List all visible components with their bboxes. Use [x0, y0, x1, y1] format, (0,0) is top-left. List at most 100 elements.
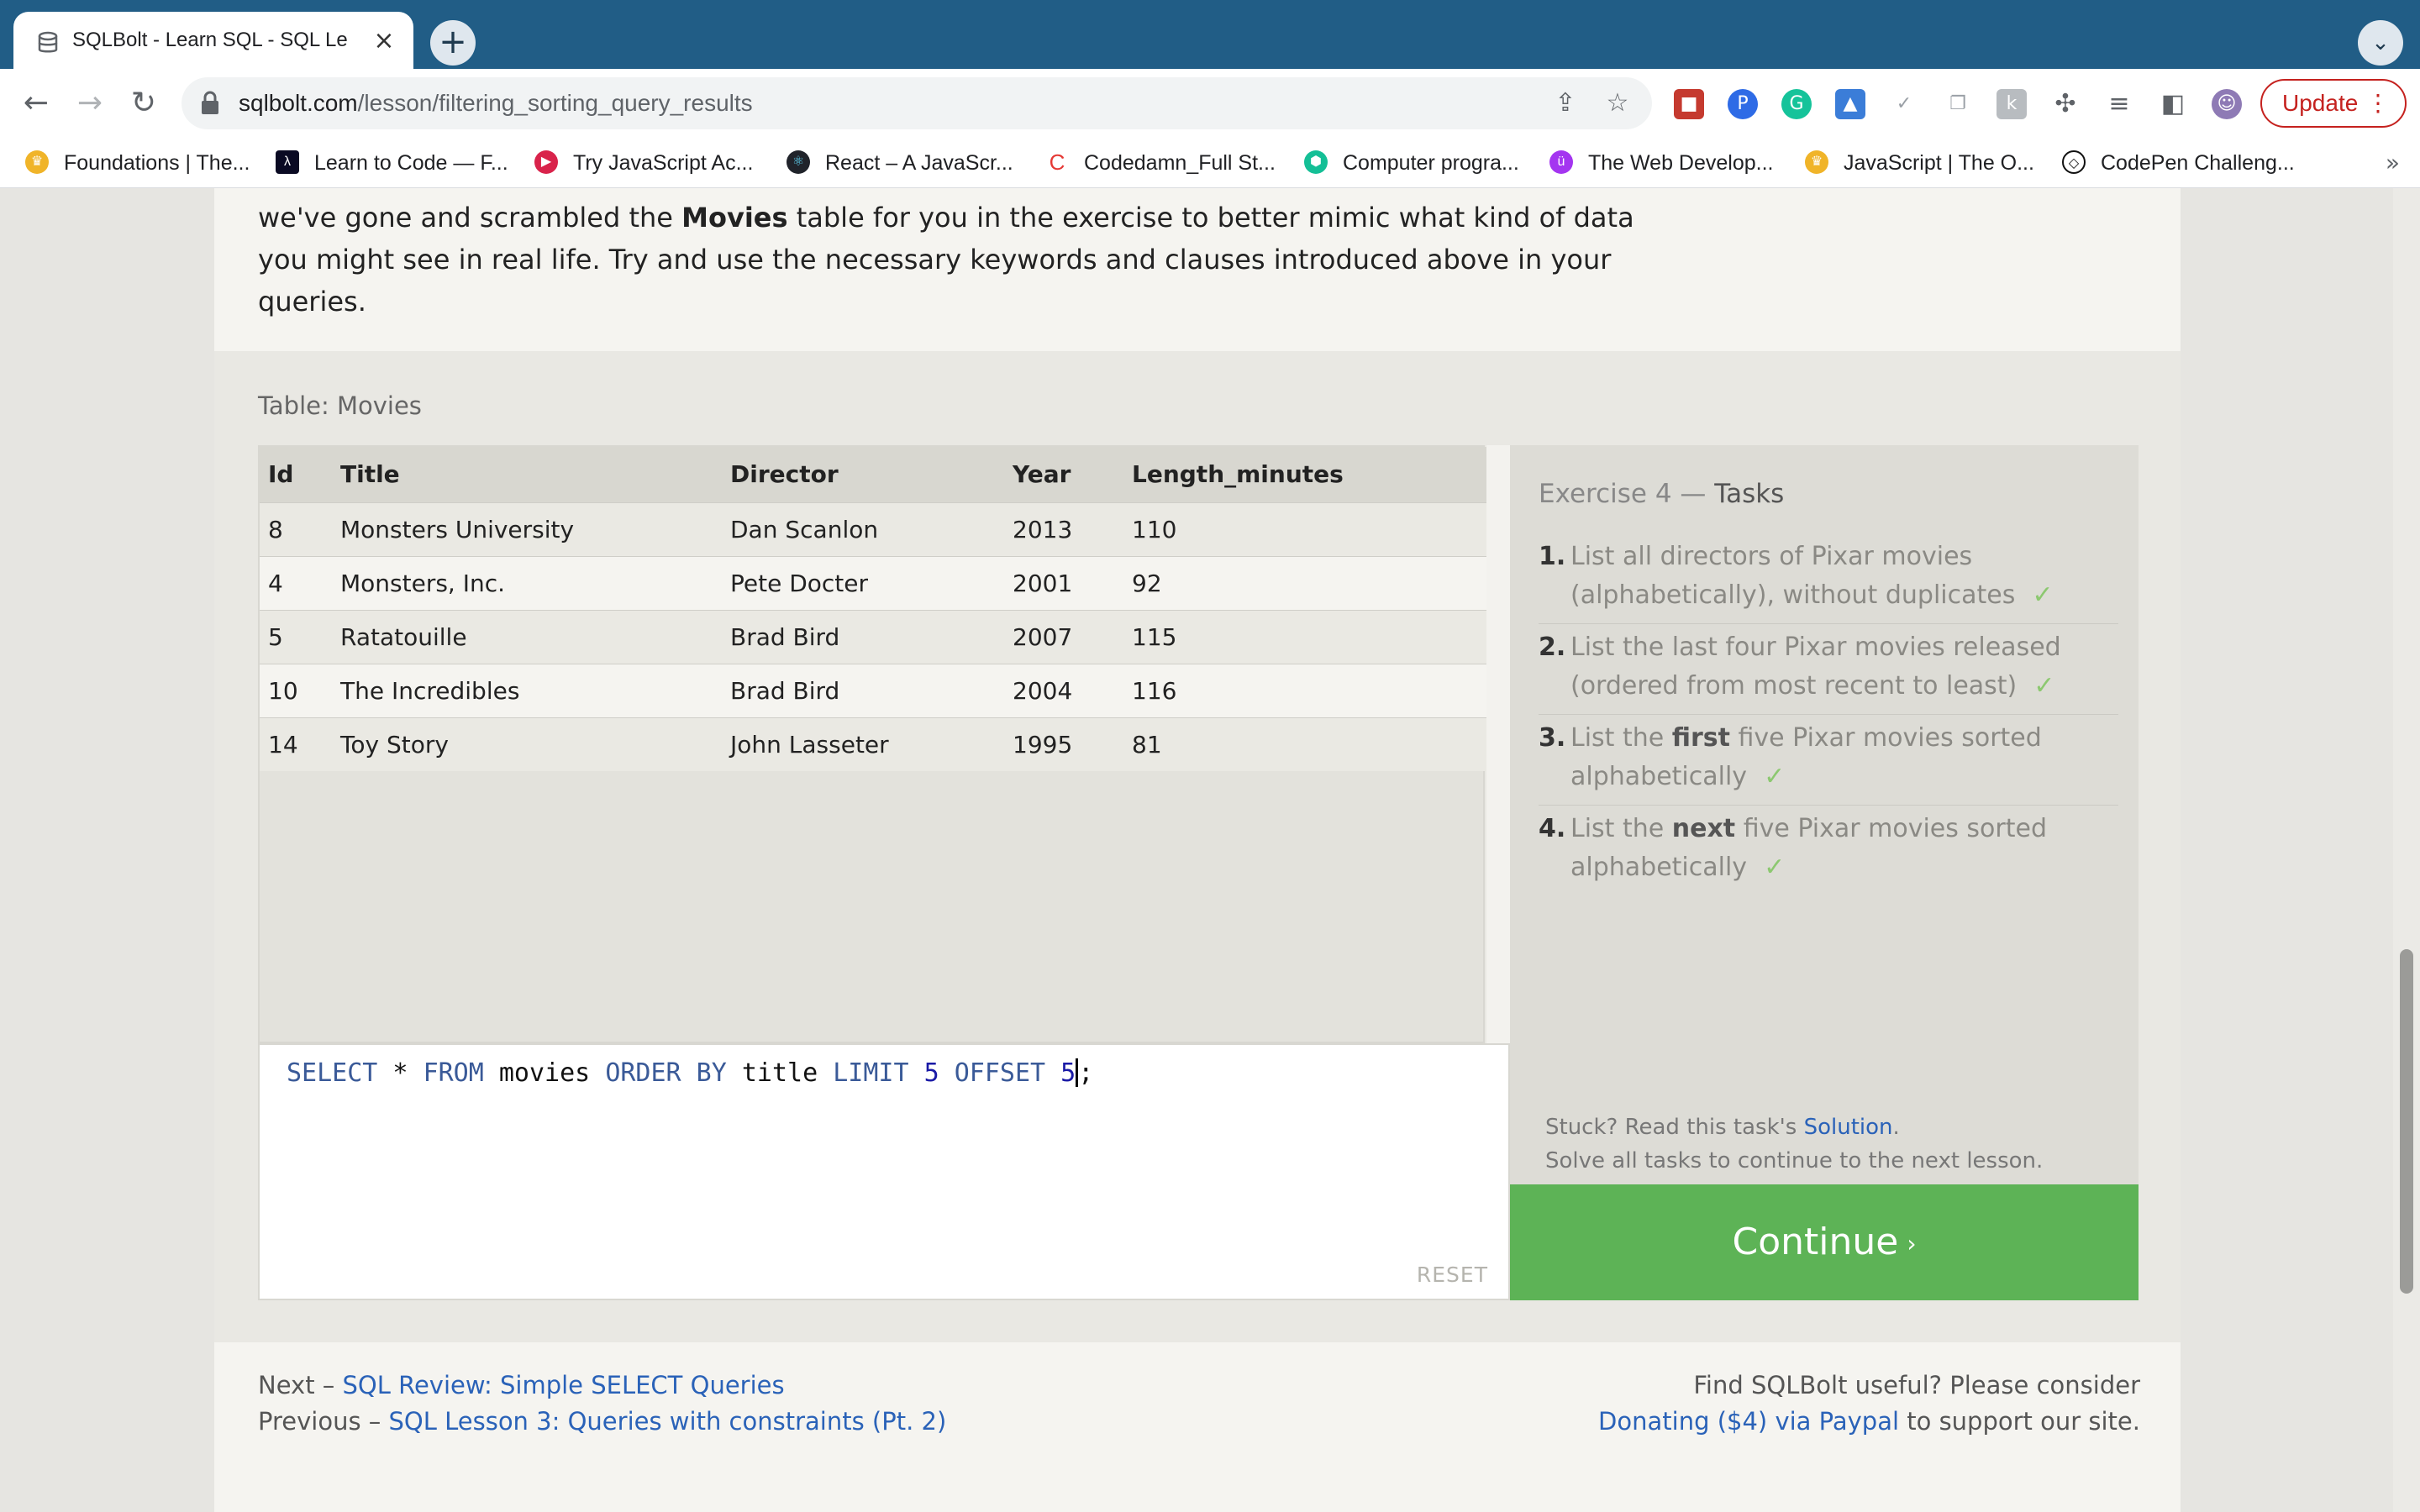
- results-scrollbar[interactable]: [1486, 445, 1510, 1043]
- tasks-title: Exercise 4 — Tasks: [1539, 479, 1785, 509]
- bookmark-ext-icon[interactable]: ■: [1674, 89, 1704, 119]
- task-item: 4. List the next five Pixar movies sorte…: [1539, 814, 2047, 882]
- checkmark-icon: ✓: [1764, 853, 1786, 882]
- table-cell: Monsters University: [332, 501, 722, 556]
- grammarly-icon[interactable]: G: [1781, 89, 1812, 119]
- puzzle-icon[interactable]: ✣: [2050, 89, 2081, 119]
- results-table: Id Title Director Year Length_minutes 8 …: [258, 445, 1486, 1043]
- paypal-ext-icon[interactable]: P: [1728, 89, 1758, 119]
- chevron-down-icon[interactable]: ⌄: [2358, 20, 2403, 66]
- update-button[interactable]: Update ⋮: [2260, 79, 2407, 128]
- scrollbar-thumb[interactable]: [2400, 949, 2413, 1294]
- lesson-card: we've gone and scrambled the Movies tabl…: [214, 188, 2181, 1512]
- browser-tab-active[interactable]: SQLBolt - Learn SQL - SQL Le ×: [13, 12, 413, 71]
- forward-arrow-icon[interactable]: →: [67, 81, 113, 126]
- table-cell: 2013: [1004, 501, 1123, 556]
- address-bar[interactable]: sqlbolt.com/lesson/filtering_sorting_que…: [182, 77, 1652, 129]
- table-cell: 8: [260, 501, 332, 556]
- column-header: Length_minutes: [1123, 447, 1486, 502]
- column-header: Year: [1004, 447, 1123, 502]
- bookmark-item[interactable]: ⬢ Computer progra...: [1304, 148, 1519, 178]
- share-icon[interactable]: ⇪: [1549, 87, 1581, 119]
- table-cell: Brad Bird: [722, 663, 1004, 717]
- lesson-intro: we've gone and scrambled the Movies tabl…: [258, 202, 1634, 318]
- table-cell: 81: [1123, 717, 1486, 771]
- table-cell: Dan Scanlon: [722, 501, 1004, 556]
- codedamn-icon: C: [1049, 150, 1065, 176]
- table-cell: 10: [260, 663, 332, 717]
- table-cell: 92: [1123, 555, 1486, 610]
- bookmark-item[interactable]: C Codedamn_Full St...: [1045, 148, 1276, 178]
- table-cell: 1995: [1004, 717, 1123, 771]
- column-header: Director: [722, 447, 1004, 502]
- bookmarks-bar: ♛ Foundations | The... λ Learn to Code — F…: [0, 138, 2420, 188]
- page-scrollbar[interactable]: [2393, 188, 2420, 1512]
- bookmark-item[interactable]: ◇ CodePen Challeng...: [2062, 148, 2295, 178]
- freecodecamp-icon: λ: [276, 150, 299, 175]
- checkmark-icon: ✓: [2032, 580, 2054, 610]
- copy-ext-icon[interactable]: ❐: [1943, 89, 1973, 119]
- new-tab-icon[interactable]: +: [430, 20, 476, 66]
- checkmark-icon: ✓: [2033, 671, 2055, 701]
- task-item: 1. List all directors of Pixar movies (a…: [1539, 538, 2118, 624]
- checkmark-icon: ✓: [1764, 762, 1786, 791]
- chevron-double-right-icon[interactable]: »: [2386, 148, 2400, 178]
- bookmark-item[interactable]: ♛ Foundations | The...: [25, 148, 250, 178]
- codepen-icon: ◇: [2062, 150, 2086, 175]
- star-icon[interactable]: ☆: [1602, 87, 1634, 119]
- khan-icon: ⬢: [1304, 150, 1328, 175]
- column-header: Title: [332, 447, 722, 502]
- table-caption: Table: Movies: [258, 391, 422, 420]
- reload-icon[interactable]: ↻: [121, 81, 166, 126]
- lock-icon: [202, 91, 218, 114]
- odin-icon: ♛: [1805, 150, 1828, 175]
- table-row: 8 Monsters University Dan Scanlon 2013 1…: [260, 501, 1486, 556]
- table-cell: 110: [1123, 501, 1486, 556]
- table-row: 14 Toy Story John Lasseter 1995 81: [260, 717, 1486, 771]
- table-cell: Pete Docter: [722, 555, 1004, 610]
- sidepanel-icon[interactable]: ◧: [2158, 89, 2188, 119]
- lesson-nav: Next – SQL Review: Simple SELECT Queries…: [258, 1371, 947, 1436]
- more-vert-icon: ⋮: [2366, 90, 2390, 116]
- exercise-panel: Table: Movies Id Title Director Year Len…: [214, 351, 2181, 1342]
- next-lesson-link[interactable]: SQL Review: Simple SELECT Queries: [343, 1371, 785, 1399]
- column-header: Id: [260, 447, 332, 502]
- table-cell: Brad Bird: [722, 609, 1004, 664]
- table-row: 10 The Incredibles Brad Bird 2004 116: [260, 663, 1486, 717]
- tab-strip: SQLBolt - Learn SQL - SQL Le × + ⌄: [0, 0, 2420, 71]
- bookmark-item[interactable]: ⚛ React – A JavaScr...: [786, 148, 1013, 178]
- table-cell: 115: [1123, 609, 1486, 664]
- tasks-panel: Exercise 4 — Tasks 1. List all directors…: [1510, 445, 2139, 1184]
- sql-query[interactable]: SELECT * FROM movies ORDER BY title LIMI…: [287, 1058, 1093, 1088]
- checkmark-ext-icon[interactable]: ✓: [1889, 89, 1919, 119]
- image-ext-icon[interactable]: ▲: [1835, 89, 1865, 119]
- udemy-icon: ü: [1549, 150, 1573, 175]
- close-tab-icon[interactable]: ×: [370, 27, 398, 55]
- translate-ext-icon[interactable]: k: [1996, 89, 2027, 119]
- bookmark-item[interactable]: λ Learn to Code — F...: [276, 148, 508, 178]
- url-text: sqlbolt.com/lesson/filtering_sorting_que…: [239, 90, 753, 116]
- odin-icon: ♛: [25, 150, 49, 175]
- tab-title: SQLBolt - Learn SQL - SQL Le: [72, 29, 348, 51]
- bookmark-item[interactable]: ♛ JavaScript | The O...: [1805, 148, 2034, 178]
- playlist-icon[interactable]: ≡: [2104, 89, 2134, 119]
- table-cell: John Lasseter: [722, 717, 1004, 771]
- browser-toolbar: ← → ↻ sqlbolt.com/lesson/filtering_sorti…: [0, 69, 2420, 138]
- avatar[interactable]: ☺: [2212, 89, 2242, 119]
- table-cell: 5: [260, 609, 332, 664]
- reset-button[interactable]: RESET: [1417, 1263, 1488, 1287]
- chevron-right-icon: ›: [1907, 1230, 1917, 1257]
- table-cell: 4: [260, 555, 332, 610]
- previous-lesson-link[interactable]: SQL Lesson 3: Queries with constraints (…: [389, 1407, 947, 1436]
- bookmark-item[interactable]: ü The Web Develop...: [1549, 148, 1773, 178]
- donate-link[interactable]: Donating ($4) via Paypal: [1598, 1407, 1899, 1436]
- back-arrow-icon[interactable]: ←: [13, 81, 59, 126]
- table-cell: 116: [1123, 663, 1486, 717]
- solution-link[interactable]: Solution: [1804, 1115, 1893, 1140]
- continue-button[interactable]: Continue ›: [1510, 1184, 2139, 1300]
- bookmark-item[interactable]: ▶ Try JavaScript Ac...: [534, 148, 753, 178]
- react-icon: ⚛: [786, 150, 810, 175]
- sql-editor[interactable]: SELECT * FROM movies ORDER BY title LIMI…: [258, 1043, 1510, 1300]
- table-cell: 14: [260, 717, 332, 771]
- task-item: 3. List the first five Pixar movies sort…: [1539, 719, 2118, 806]
